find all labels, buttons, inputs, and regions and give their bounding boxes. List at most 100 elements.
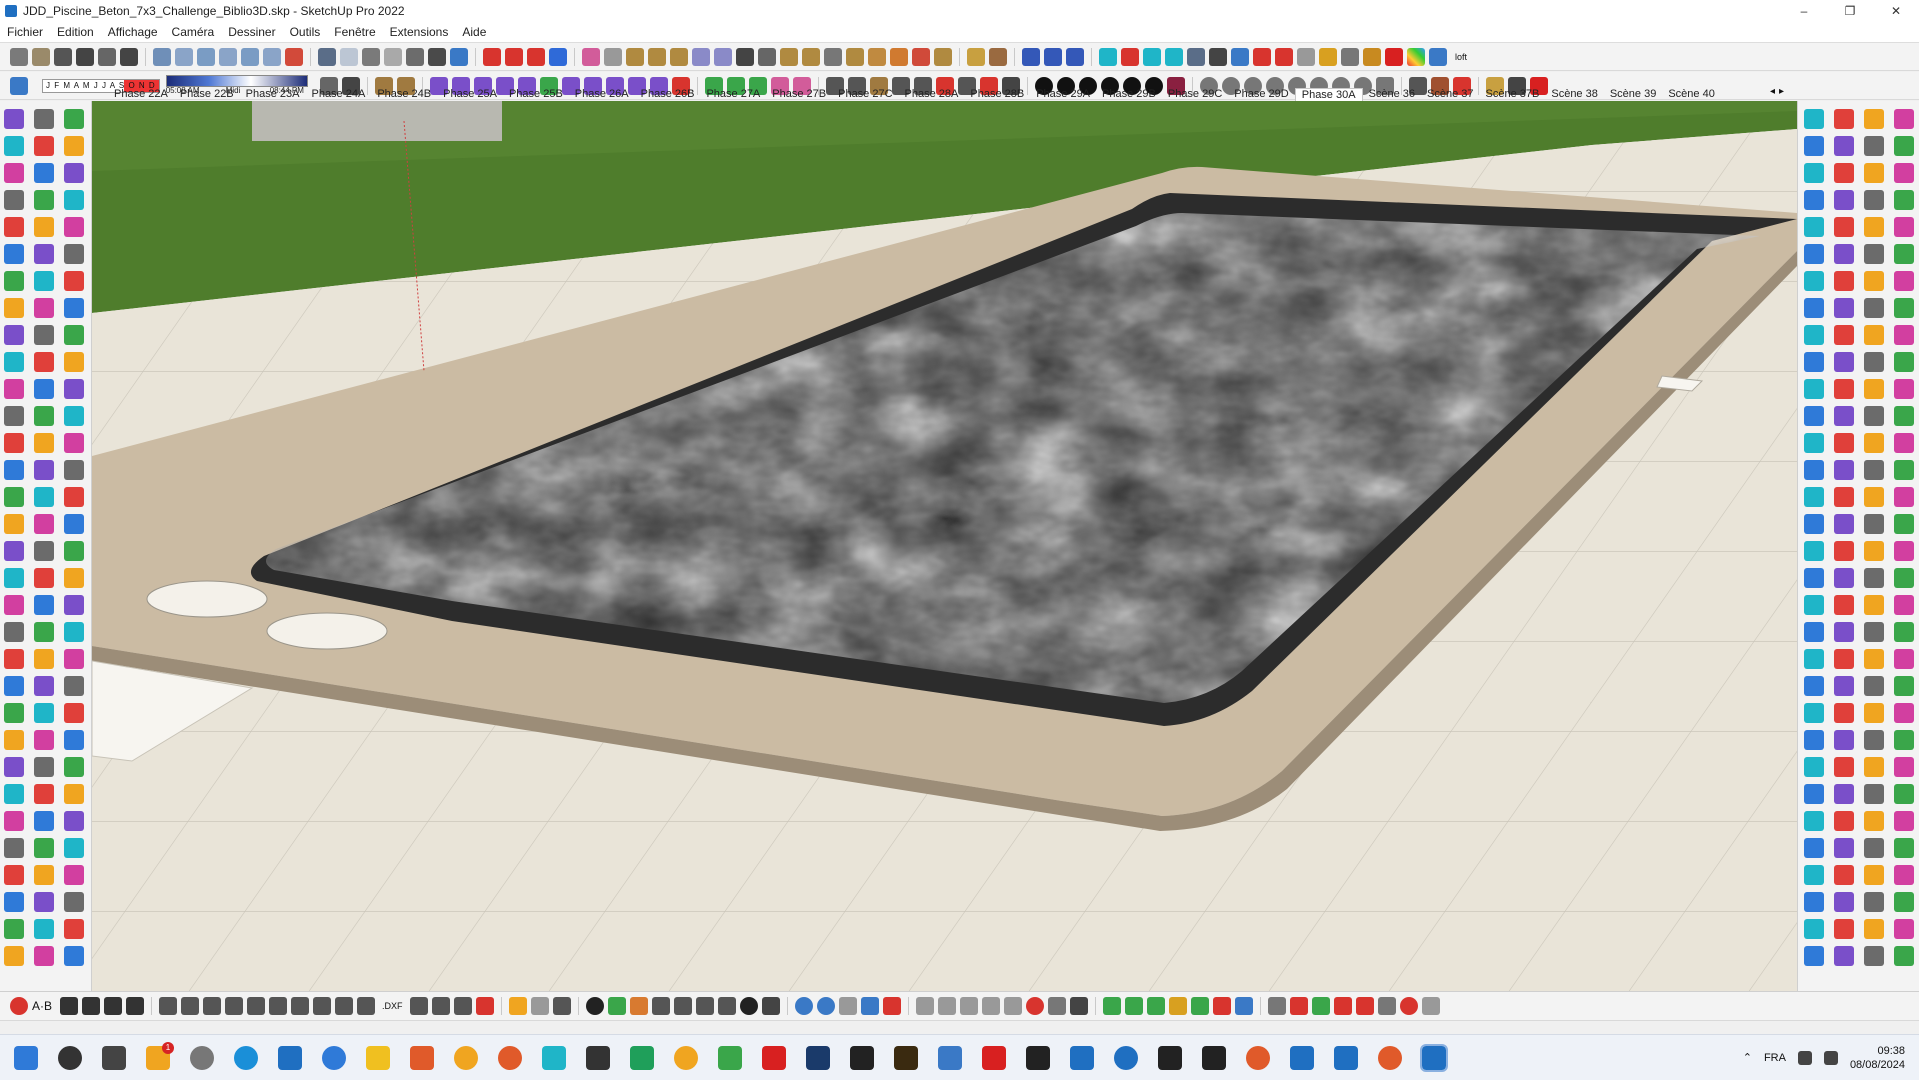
wireframe-icon[interactable] [362,47,380,66]
left-tool-icon[interactable] [34,163,54,183]
right-tool-icon[interactable] [1864,919,1884,939]
right-tool-icon[interactable] [1834,541,1854,561]
menu-camera[interactable]: Caméra [165,25,222,39]
scene-tab[interactable]: Phase 26A [569,88,635,100]
sun-icon[interactable] [1333,997,1352,1015]
menu-extensions[interactable]: Extensions [383,25,456,39]
left-tool-icon[interactable] [64,757,84,777]
scene-tab[interactable]: Phase 25B [503,88,569,100]
right-tool-icon[interactable] [1804,136,1824,156]
left-tool-icon[interactable] [64,784,84,804]
left-tool-icon[interactable] [64,703,84,723]
right-tool-icon[interactable] [1834,487,1854,507]
left-tool-icon[interactable] [34,730,54,750]
house-icon[interactable] [54,47,72,66]
menu-aide[interactable]: Aide [455,25,493,39]
right-tool-icon[interactable] [1804,622,1824,642]
solid-union-icon[interactable] [483,47,501,66]
scene-tab[interactable]: Phase 22B [174,88,240,100]
download-icon[interactable] [475,997,494,1015]
grid-tool-icon[interactable] [758,47,776,66]
right-tool-icon[interactable] [1834,784,1854,804]
door-frame-icon[interactable] [159,997,178,1015]
right-tool-icon[interactable] [1894,136,1914,156]
left-tool-icon[interactable] [64,946,84,966]
right-tool-icon[interactable] [1804,352,1824,372]
task-view-icon[interactable] [102,1045,126,1070]
solid-intersect-icon[interactable] [527,47,545,66]
right-tool-icon[interactable] [1864,514,1884,534]
left-tool-icon[interactable] [64,109,84,129]
left-tool-icon[interactable] [34,109,54,129]
xray-icon[interactable] [318,47,336,66]
cycle-icon[interactable] [530,997,549,1015]
right-tool-icon[interactable] [1864,595,1884,615]
right-tool-icon[interactable] [1804,460,1824,480]
dxf-label[interactable]: .DXF [382,1001,403,1011]
settings-gear-icon[interactable] [695,997,714,1015]
left-tool-icon[interactable] [64,433,84,453]
right-tool-icon[interactable] [1864,541,1884,561]
right-tool-icon[interactable] [1894,487,1914,507]
right-tool-icon[interactable] [1864,622,1884,642]
scene-tab[interactable]: Phase 29B [1096,88,1162,100]
scene-tab[interactable]: Scène 36 [1363,88,1421,100]
acrobat-icon[interactable] [762,1045,786,1070]
info-icon[interactable] [739,997,758,1015]
pencil-icon[interactable] [967,47,985,66]
acrobat-reader-icon[interactable] [982,1045,1006,1070]
right-tool-icon[interactable] [1864,568,1884,588]
scene-prev-button[interactable]: ◂ [1770,86,1775,97]
right-tool-icon[interactable] [1834,838,1854,858]
illustrator-icon[interactable] [894,1045,918,1070]
right-tool-icon[interactable] [1804,784,1824,804]
record-icon[interactable] [1025,997,1044,1015]
left-tool-icon[interactable] [64,514,84,534]
enscape-icon[interactable] [1385,47,1403,66]
scene-tab[interactable]: Scène 37B [1480,88,1546,100]
ds-app-icon[interactable] [1202,1045,1226,1070]
right-tool-icon[interactable] [1864,109,1884,129]
color-icon[interactable] [1407,47,1425,66]
mail-icon[interactable] [717,997,736,1015]
gimp-icon[interactable] [674,1045,698,1070]
left-tool-icon[interactable] [4,622,24,642]
door-icon[interactable] [846,47,864,66]
right-tool-icon[interactable] [1834,703,1854,723]
box-icon[interactable] [32,47,50,66]
material-icon[interactable] [1297,47,1315,66]
shield-icon[interactable] [1267,997,1286,1015]
sketchup-active-icon[interactable] [1420,1043,1448,1072]
kodi-icon[interactable] [542,1045,566,1070]
right-tool-icon[interactable] [1834,460,1854,480]
checker-icon[interactable] [651,997,670,1015]
right-tool-icon[interactable] [1894,676,1914,696]
right-tool-icon[interactable] [1864,676,1884,696]
getting-started-icon[interactable] [10,47,28,66]
front-view-icon[interactable] [197,47,215,66]
right-tool-icon[interactable] [1804,703,1824,723]
minimize-button[interactable]: – [1781,0,1827,22]
left-tool-icon[interactable] [34,217,54,237]
right-tool-icon[interactable] [1804,757,1824,777]
component-icon[interactable] [937,997,956,1015]
windows-start-icon[interactable] [14,1045,38,1070]
right-tool-icon[interactable] [1804,649,1824,669]
right-tool-icon[interactable] [1864,352,1884,372]
right-tool-icon[interactable] [1864,298,1884,318]
left-tool-icon[interactable] [34,406,54,426]
right-tool-icon[interactable] [1804,379,1824,399]
left-tool-icon[interactable] [4,595,24,615]
right-tool-icon[interactable] [1864,784,1884,804]
left-tool-icon[interactable] [34,433,54,453]
move-cursor-icon[interactable] [104,997,123,1015]
grid-alt-icon[interactable] [1421,997,1440,1015]
left-view-icon[interactable] [263,47,281,66]
grid-icon[interactable] [626,47,644,66]
target-alt-icon[interactable] [1047,997,1066,1015]
right-tool-icon[interactable] [1834,325,1854,345]
right-tool-icon[interactable] [1894,460,1914,480]
right-tool-icon[interactable] [1864,460,1884,480]
layout-icon[interactable] [120,47,138,66]
firefox-icon[interactable] [498,1045,522,1070]
